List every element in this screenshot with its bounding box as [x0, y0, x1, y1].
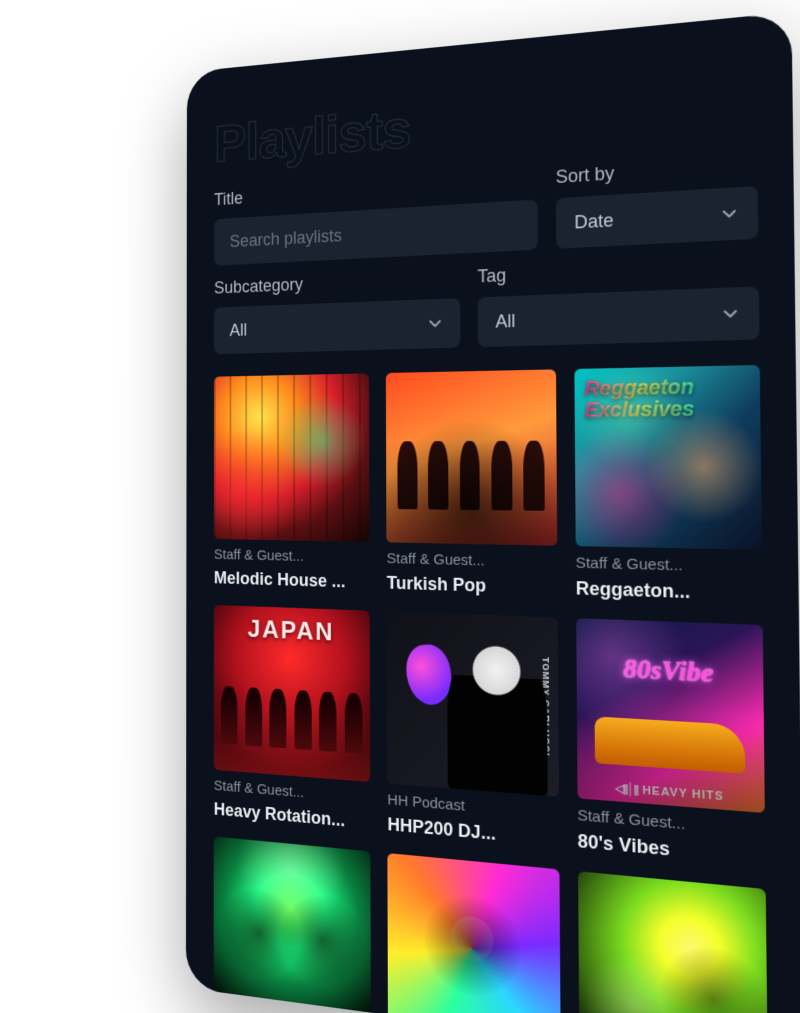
sort-select[interactable]: Date	[556, 186, 758, 249]
playlist-thumb: 80sVibe HEAVY HITS	[576, 619, 765, 813]
tag-select[interactable]: All	[478, 286, 760, 347]
playlist-grid: Staff & Guest... Melodic House ... Staff…	[214, 365, 768, 1013]
subcategory-select[interactable]: All	[214, 298, 460, 354]
subcategory-value: All	[230, 314, 416, 340]
subcategory-field: Subcategory All	[214, 267, 460, 354]
sort-value: Date	[574, 204, 707, 233]
thumb-art-text: 80sVibe	[576, 651, 763, 692]
playlist-title: Melodic House ...	[214, 568, 370, 593]
playlist-subtitle: Staff & Guest...	[387, 551, 557, 572]
playlist-card[interactable]	[214, 836, 372, 1013]
playlist-title: Reggaeton...	[576, 578, 763, 606]
tag-label: Tag	[477, 254, 758, 288]
playlist-thumb	[386, 369, 557, 546]
playlist-card[interactable]	[578, 871, 768, 1013]
chevron-down-icon	[720, 205, 738, 223]
playlist-thumb	[388, 853, 561, 1013]
tag-value: All	[495, 304, 708, 333]
playlist-card[interactable]: Reggaeton Exclusives Staff & Guest... Re…	[574, 365, 762, 606]
playlist-card[interactable]: Staff & Guest... Turkish Pop	[386, 369, 557, 599]
app-screen: Playlists Title Sort by Date Subcategory	[186, 12, 800, 1013]
playlist-card[interactable]: 80sVibe HEAVY HITS Staff & Guest... 80's…	[576, 619, 766, 870]
playlist-thumb	[214, 836, 372, 1013]
tag-field: Tag All	[477, 254, 759, 348]
thumb-art-text: JAPAN	[214, 613, 370, 649]
playlist-subtitle: Staff & Guest...	[575, 555, 762, 577]
playlist-thumb	[578, 871, 768, 1013]
playlist-card[interactable]: TOMMY CARLUCCI HH Podcast HHP200 DJ...	[387, 612, 559, 851]
playlist-thumb: TOMMY CARLUCCI	[387, 612, 559, 797]
title-field: Title	[214, 168, 538, 265]
playlist-thumb	[214, 373, 370, 542]
chevron-down-icon	[427, 315, 442, 331]
playlist-thumb: Reggaeton Exclusives	[574, 365, 762, 550]
playlist-card[interactable]: JAPAN Staff & Guest... Heavy Rotation...	[214, 605, 371, 833]
playlist-card[interactable]: Staff & Guest... Melodic House ...	[214, 373, 370, 593]
sort-label: Sort by	[556, 153, 758, 188]
playlist-thumb: JAPAN	[214, 605, 371, 781]
subcategory-label: Subcategory	[214, 267, 460, 298]
thumb-art-text: Reggaeton Exclusives	[584, 377, 694, 422]
thumb-art-brand: HEAVY HITS	[577, 778, 765, 806]
sort-field: Sort by Date	[556, 153, 759, 249]
playlist-card[interactable]	[388, 853, 561, 1013]
playlist-title: Turkish Pop	[387, 573, 557, 599]
chevron-down-icon	[721, 305, 739, 322]
search-input[interactable]	[214, 199, 538, 265]
playlist-subtitle: Staff & Guest...	[214, 547, 370, 567]
thumb-art-text: TOMMY CARLUCCI	[536, 623, 555, 790]
page-title: Playlists	[214, 66, 757, 174]
